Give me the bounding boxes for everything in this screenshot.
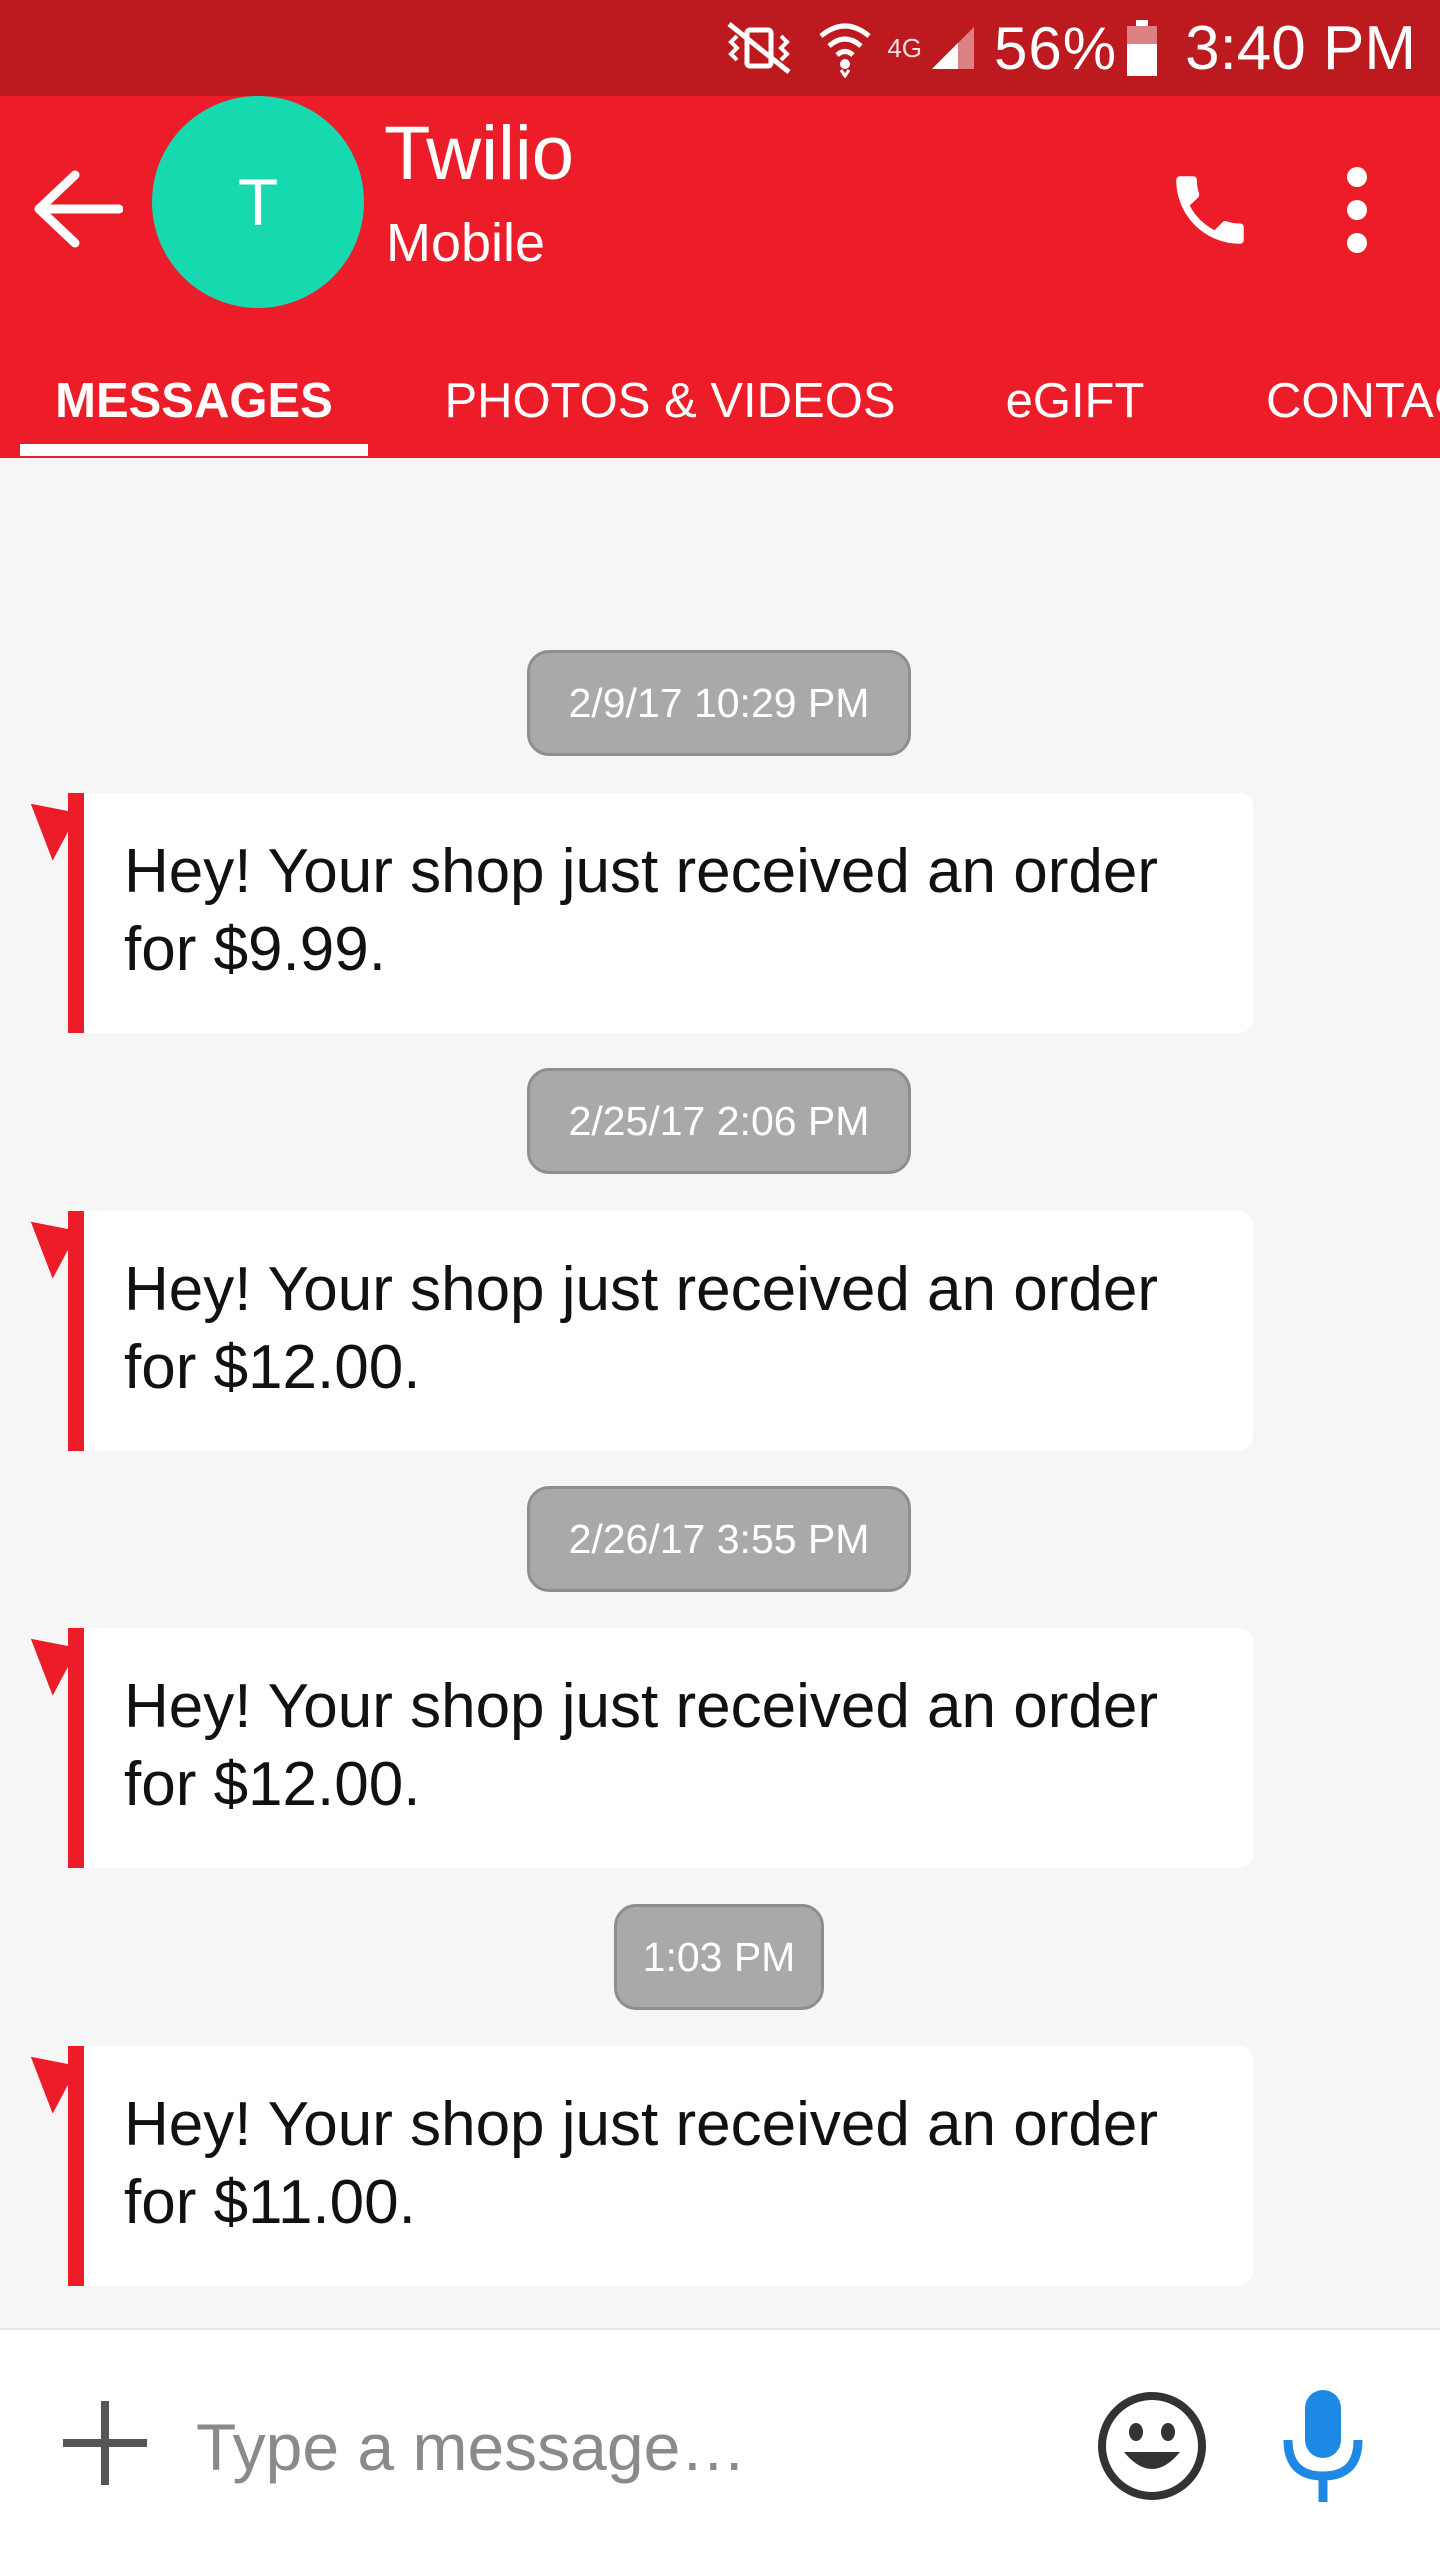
- tab-bar: MESSAGES PHOTOS & VIDEOS eGIFT CONTACTS: [0, 344, 1440, 458]
- back-button[interactable]: [22, 156, 132, 266]
- message-bubble[interactable]: Hey! Your shop just received an order fo…: [12, 1209, 1253, 1451]
- battery-percent: 56%: [994, 14, 1118, 82]
- emoji-icon: [1096, 2390, 1208, 2507]
- message-composer: [0, 2328, 1440, 2560]
- emoji-button[interactable]: [1090, 2386, 1214, 2510]
- message-timestamp: 1:03 PM: [614, 1904, 824, 2010]
- more-options-button[interactable]: [1312, 152, 1402, 272]
- message-timestamp: 2/25/17 2:06 PM: [527, 1068, 911, 1174]
- message-text: Hey! Your shop just received an order fo…: [124, 1672, 1158, 1819]
- wifi-icon: [817, 18, 873, 78]
- microphone-icon: [1278, 2386, 1368, 2511]
- mute-vibrate-icon: [723, 18, 795, 78]
- bubble-accent-bar: [68, 1628, 84, 1868]
- tab-contacts[interactable]: CONTACTS: [1266, 344, 1440, 458]
- voice-input-button[interactable]: [1268, 2378, 1378, 2518]
- phone-icon: [1165, 165, 1255, 260]
- message-timestamp: 2/9/17 10:29 PM: [527, 650, 911, 756]
- conversation-list[interactable]: 2/9/17 10:29 PM Hey! Your shop just rece…: [0, 458, 1440, 2328]
- bubble-accent-bar: [68, 2046, 84, 2286]
- message-bubble[interactable]: Hey! Your shop just received an order fo…: [12, 2044, 1253, 2286]
- call-button[interactable]: [1150, 152, 1270, 272]
- message-text: Hey! Your shop just received an order fo…: [124, 837, 1158, 984]
- message-text: Hey! Your shop just received an order fo…: [124, 1255, 1158, 1402]
- attach-button[interactable]: [50, 2390, 160, 2500]
- plus-icon: [57, 2395, 153, 2496]
- tab-egift[interactable]: eGIFT: [975, 344, 1175, 458]
- message-bubble[interactable]: Hey! Your shop just received an order fo…: [12, 791, 1253, 1033]
- status-bar: 4G 56% 3:40 PM: [0, 0, 1440, 96]
- bubble-accent-bar: [68, 1211, 84, 1451]
- message-bubble[interactable]: Hey! Your shop just received an order fo…: [12, 1626, 1253, 1868]
- signal-icon: [928, 23, 978, 73]
- avatar[interactable]: T: [152, 96, 364, 308]
- tab-photos-videos[interactable]: PHOTOS & VIDEOS: [430, 344, 910, 458]
- message-timestamp: 2/26/17 3:55 PM: [527, 1486, 911, 1592]
- battery-icon: [1127, 20, 1158, 76]
- avatar-initial: T: [237, 165, 279, 239]
- status-time: 3:40 PM: [1185, 13, 1416, 83]
- bubble-accent-bar: [68, 793, 84, 1033]
- network-type-label: 4G: [887, 32, 922, 63]
- more-vert-icon: [1345, 165, 1369, 260]
- contact-name: Twilio: [384, 111, 575, 196]
- message-text: Hey! Your shop just received an order fo…: [124, 2090, 1158, 2237]
- contact-type: Mobile: [386, 213, 546, 273]
- message-input[interactable]: [196, 2392, 1056, 2502]
- tab-messages[interactable]: MESSAGES: [20, 344, 368, 458]
- back-arrow-icon: [31, 169, 124, 254]
- active-tab-indicator: [20, 444, 368, 456]
- app-bar: T Twilio Mobile MESSAGES PHOTOS & VIDEOS…: [0, 96, 1440, 458]
